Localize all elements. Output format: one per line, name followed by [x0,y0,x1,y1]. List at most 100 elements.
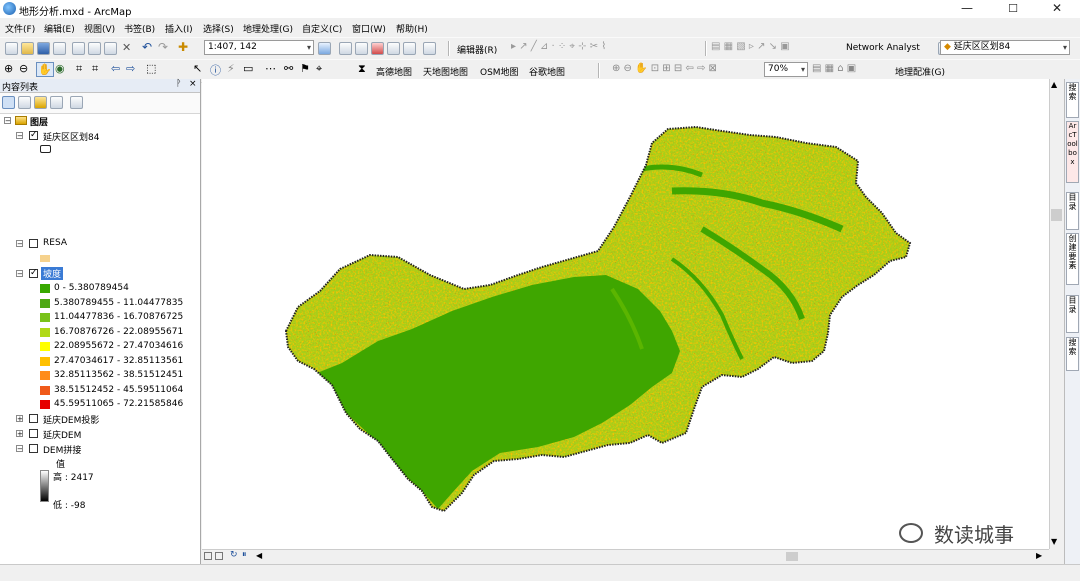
editor-toolbar-toggle-icon[interactable] [318,42,331,55]
undo-icon[interactable]: ↶ [142,40,152,54]
slope-legend-swatch[interactable] [40,400,50,409]
network-tool-icon[interactable] [423,42,436,55]
layer-name-dem-mosaic[interactable]: DEM拼接 [43,443,81,456]
menu-customize[interactable]: 自定义(C) [302,22,342,35]
copy-icon[interactable] [88,42,101,55]
collapse-icon[interactable]: − [16,132,23,140]
dock-tab-catalog[interactable]: 目录 [1066,192,1079,230]
data-view-icon[interactable] [204,552,212,560]
forward-extent-icon[interactable]: ⇨ [126,62,135,75]
menu-bookmarks[interactable]: 书签(B) [124,22,155,35]
maximize-button[interactable]: ☐ [990,0,1036,18]
dock-tab-search-2[interactable]: 搜索 [1066,337,1079,371]
editor-menu[interactable]: 编辑器(R) [457,43,497,56]
basemap-google[interactable]: 谷歌地图 [529,65,565,78]
identify-icon[interactable]: ⓘ [210,62,221,78]
new-document-icon[interactable] [5,42,18,55]
dem-gradient-ramp[interactable] [40,470,49,502]
save-icon[interactable] [37,42,50,55]
menu-windows[interactable]: 窗口(W) [352,22,386,35]
cut-icon[interactable] [72,42,85,55]
minimize-button[interactable]: — [944,0,990,18]
list-by-visibility-icon[interactable] [34,96,47,109]
layers-root-label[interactable]: 图层 [30,115,48,128]
basemap-tianditu[interactable]: 天地图地图 [423,65,468,78]
expand-icon[interactable]: + [16,415,23,423]
paste-icon[interactable] [104,42,117,55]
horizontal-scrollbar[interactable]: ↻ ⏸ ◀ ▶ [202,549,1049,564]
map-view[interactable] [202,79,1049,549]
scroll-left-icon[interactable]: ◀ [256,551,262,560]
slope-legend-swatch[interactable] [40,327,50,337]
back-extent-icon[interactable]: ⇦ [111,62,120,75]
layer-visibility-checkbox[interactable] [29,414,38,423]
pan-hand-icon[interactable]: ✋ [36,62,54,77]
layer-visibility-checkbox[interactable] [29,429,38,438]
dock-tab-catalog-2[interactable]: 目录 [1066,295,1079,333]
table-of-contents-icon[interactable] [339,42,352,55]
hyperlink-icon[interactable]: ⚡ [227,62,235,75]
select-features-icon[interactable]: ⬚ [146,62,156,75]
collapse-icon[interactable]: − [16,240,23,248]
map-scale-combo[interactable]: 1:407, 142 ▾ [204,40,314,55]
collapse-icon[interactable]: − [4,117,11,125]
dock-tab-create-features[interactable]: 创建要素 [1066,233,1079,285]
layout-zoom-combo[interactable]: 70% ▾ [764,62,808,77]
pin-icon[interactable]: ᚹ [176,79,181,89]
fixed-zoom-in-icon[interactable]: ⌗ [76,62,82,76]
arctoolbox-icon[interactable] [371,42,384,55]
collapse-icon[interactable]: − [16,270,23,278]
layer-visibility-checkbox[interactable]: ✓ [29,269,38,278]
list-by-selection-icon[interactable] [50,96,63,109]
menu-geoprocessing[interactable]: 地理处理(G) [243,22,293,35]
find-binoculars-icon[interactable]: ⚯ [284,62,293,75]
select-elements-icon[interactable]: ↖ [193,62,202,75]
layer-visibility-checkbox[interactable] [29,239,38,248]
georeferencing-menu[interactable]: 地理配准(G) [895,65,945,78]
layer-name-yanqing-district[interactable]: 延庆区区划84 [43,130,99,143]
vertical-scrollbar[interactable]: ▲ ▼ [1049,79,1064,549]
full-extent-icon[interactable]: ◉ [55,62,65,75]
add-data-icon[interactable]: ✚ [178,40,188,54]
menu-edit[interactable]: 编辑(E) [44,22,75,35]
slope-raster-map[interactable] [202,79,1049,549]
find-route-icon[interactable]: ⚑ [300,62,310,75]
html-popup-icon[interactable]: ▭ [243,62,253,75]
layer-name-yanqing-dem[interactable]: 延庆DEM [43,428,81,441]
time-slider-icon[interactable]: ⧗ [358,62,366,76]
measure-icon[interactable]: ⋯ [265,62,276,75]
redo-icon[interactable]: ↷ [158,40,168,54]
menu-file[interactable]: 文件(F) [5,22,35,35]
layout-view-icon[interactable] [215,552,223,560]
dock-tab-search[interactable]: 搜索 [1066,82,1079,118]
slope-legend-swatch[interactable] [40,298,50,308]
zoom-in-icon[interactable]: ⊕ [4,62,13,75]
scroll-up-icon[interactable]: ▲ [1051,80,1057,89]
model-builder-icon[interactable] [403,42,416,55]
print-icon[interactable] [53,42,66,55]
refresh-icon[interactable]: ↻ [230,550,238,560]
layer-name-slope[interactable]: 坡度 [41,267,64,280]
polygon-symbol-icon[interactable] [40,255,50,262]
list-by-drawing-order-icon[interactable] [2,96,15,109]
network-layer-combo[interactable]: ◆ 延庆区区划84 ▾ [940,40,1070,55]
scroll-right-icon[interactable]: ▶ [1036,551,1042,560]
python-window-icon[interactable] [387,42,400,55]
zoom-out-icon[interactable]: ⊖ [19,62,28,75]
layer-name-resa[interactable]: RESA [43,238,67,248]
dock-tab-arctoolbox[interactable]: ArcToolbox [1066,121,1079,183]
pause-drawing-icon[interactable]: ⏸ [242,550,247,560]
polygon-symbol-icon[interactable] [40,145,51,153]
network-analyst-menu[interactable]: Network Analyst [846,43,920,53]
horizontal-scroll-thumb[interactable] [786,552,798,561]
menu-selection[interactable]: 选择(S) [203,22,234,35]
catalog-window-icon[interactable] [355,42,368,55]
slope-legend-swatch[interactable] [40,342,50,351]
slope-legend-swatch[interactable] [40,385,50,395]
layer-visibility-checkbox[interactable]: ✓ [29,131,38,140]
menu-insert[interactable]: 插入(I) [165,22,193,35]
close-button[interactable]: ✕ [1034,0,1080,18]
menu-help[interactable]: 帮助(H) [396,22,428,35]
list-by-source-icon[interactable] [18,96,31,109]
slope-legend-swatch[interactable] [40,313,50,322]
